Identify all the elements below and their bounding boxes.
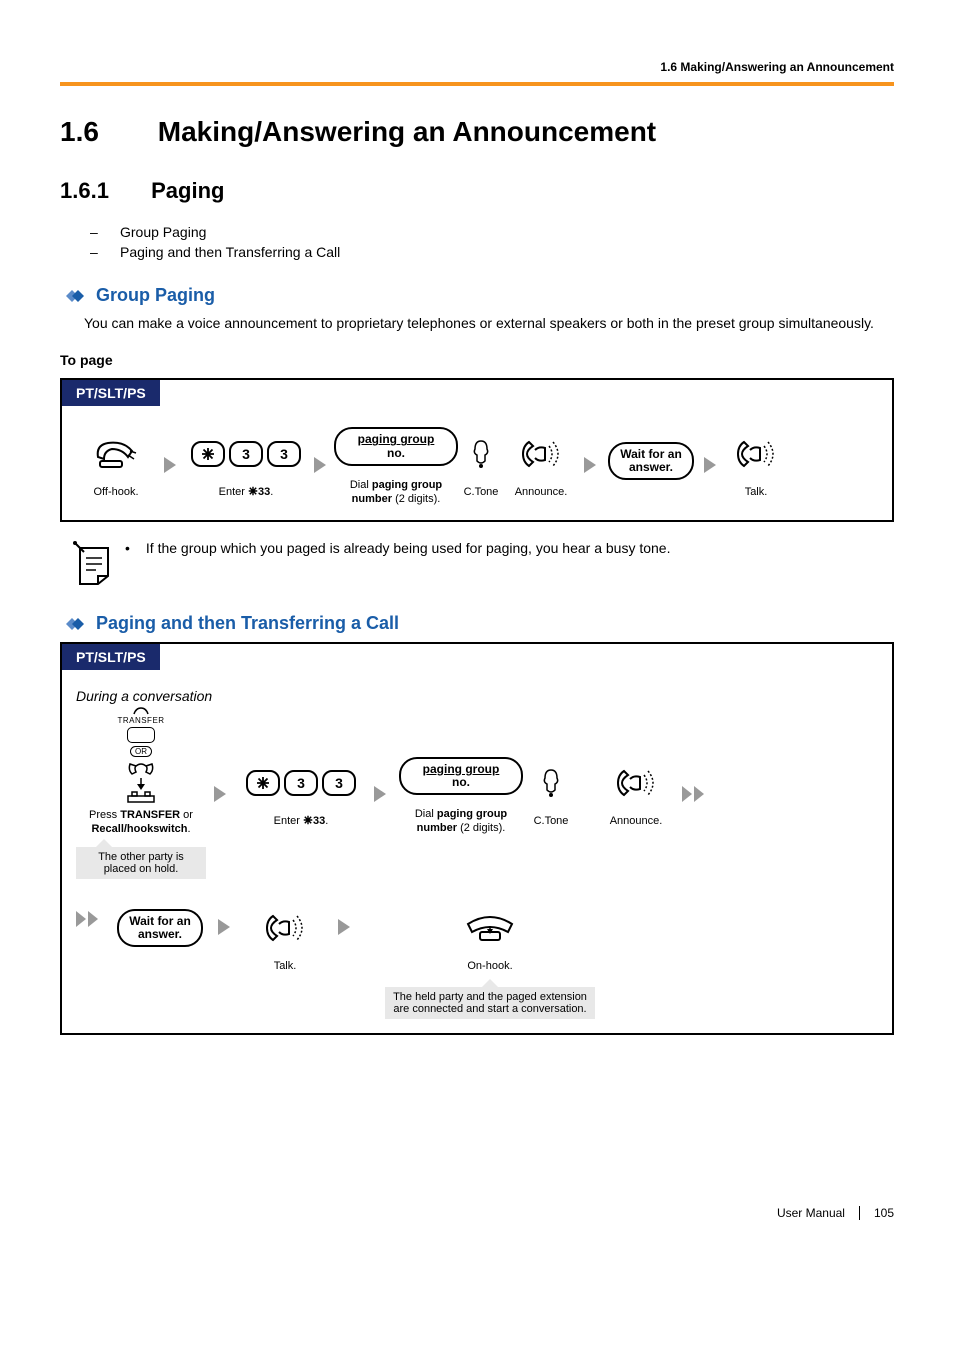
key-sequence: 3 3 [246, 770, 356, 796]
key-star [246, 770, 280, 796]
subsection-number: 1.6.1 [60, 178, 145, 204]
arrow-icon [206, 786, 236, 802]
step-caption: C.Tone [464, 485, 499, 499]
wait-pill: Wait for an answer. [608, 442, 694, 480]
callout-end: The held party and the paged extension a… [385, 987, 595, 1019]
callout-hold: The other party is placed on hold. [76, 847, 206, 879]
continue-arrow-icon [76, 905, 110, 927]
step-caption: Talk. [745, 485, 768, 499]
context-label: During a conversation [76, 688, 878, 704]
arrow-icon [576, 457, 606, 473]
ctone-icon [539, 760, 563, 806]
arrow-icon [366, 786, 396, 802]
toc-list: –Group Paging –Paging and then Transferr… [90, 224, 894, 260]
group-paging-intro: You can make a voice announcement to pro… [84, 314, 894, 334]
title-number: 1.6 [60, 116, 150, 148]
section-title: 1.6.1 Paging [60, 178, 894, 204]
paging-transfer-heading: Paging and then Transferring a Call [60, 613, 894, 634]
footer-label: User Manual [777, 1206, 845, 1220]
toc-item: Paging and then Transferring a Call [120, 244, 340, 260]
note-text: If the group which you paged is already … [146, 540, 671, 556]
arrow-icon [330, 905, 360, 935]
announce-icon [614, 760, 658, 806]
arrow-icon [696, 457, 726, 473]
step-caption: Enter 33. [219, 485, 274, 499]
wait-pill: Wait for an answer. [117, 909, 203, 947]
page-footer: User Manual 105 [777, 1206, 894, 1220]
note: •If the group which you paged is already… [70, 540, 894, 593]
arrow-icon [156, 457, 186, 473]
continue-arrow-icon [676, 786, 712, 802]
subsection-text: Paging [151, 178, 224, 203]
step-caption: On-hook. [467, 959, 512, 973]
diamond-icon [60, 288, 86, 304]
page-title: 1.6 Making/Answering an Announcement [60, 116, 894, 148]
paging-group-pill: paging group no. [399, 757, 523, 795]
ctone-icon [469, 431, 493, 477]
flow-paging-transfer: PT/SLT/PS During a conversation TRANSFER… [60, 642, 894, 1035]
title-text: Making/Answering an Announcement [158, 116, 656, 147]
breadcrumb: 1.6 Making/Answering an Announcement [60, 60, 894, 82]
offhook-icon [94, 431, 138, 477]
step-caption: Dial paging group number (2 digits). [396, 807, 526, 836]
key-sequence: 3 3 [191, 441, 301, 467]
step-caption: Off-hook. [93, 485, 138, 499]
toc-item: Group Paging [120, 224, 206, 240]
step-caption: Announce. [515, 485, 568, 499]
key-star [191, 441, 225, 467]
onhook-icon [462, 905, 518, 951]
key-3: 3 [322, 770, 356, 796]
procedure-title: To page [60, 352, 894, 368]
key-3: 3 [229, 441, 263, 467]
flow-to-page: PT/SLT/PS Off-hook. 3 [60, 378, 894, 523]
step-caption: Press TRANSFER or Recall/hookswitch. [76, 808, 206, 837]
key-3: 3 [284, 770, 318, 796]
arrow-icon [306, 457, 336, 473]
note-icon [70, 540, 125, 593]
paging-group-pill: paging group no. [334, 427, 458, 465]
group-paging-heading: Group Paging [60, 285, 894, 306]
diamond-icon [60, 616, 86, 632]
step-caption: Talk. [274, 959, 297, 973]
key-3: 3 [267, 441, 301, 467]
transfer-icon: TRANSFER OR [117, 706, 164, 804]
device-tab: PT/SLT/PS [62, 644, 160, 670]
step-caption: C.Tone [534, 814, 569, 828]
handset-icon [126, 760, 156, 778]
page-number: 105 [874, 1206, 894, 1220]
talk-icon [734, 431, 778, 477]
announce-icon [519, 431, 563, 477]
step-caption: Enter 33. [274, 814, 329, 828]
arrow-icon [210, 905, 240, 935]
header-rule [60, 82, 894, 86]
talk-icon [263, 905, 307, 951]
step-caption: Announce. [610, 814, 663, 828]
cradle-icon [126, 790, 156, 804]
device-tab: PT/SLT/PS [62, 380, 160, 406]
step-caption: Dial paging group number (2 digits). [336, 478, 456, 507]
